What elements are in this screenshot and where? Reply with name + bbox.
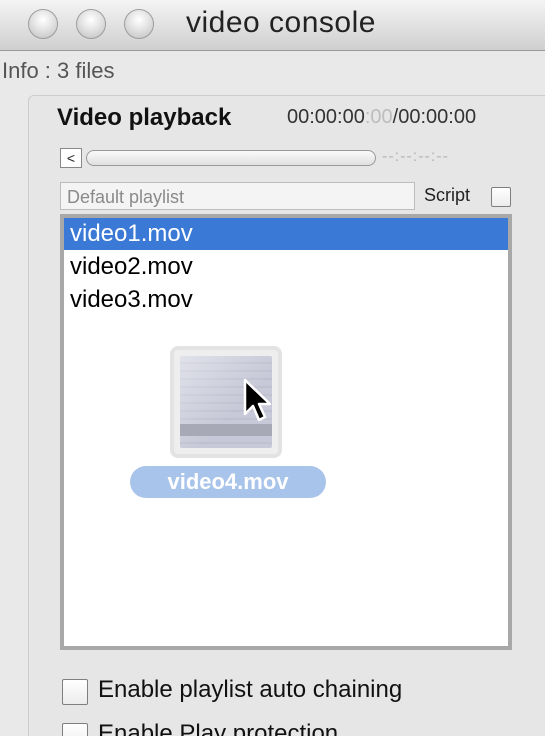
auto-chaining-label: Enable playlist auto chaining xyxy=(98,676,403,703)
play-protection-checkbox[interactable] xyxy=(62,723,88,736)
close-window-button[interactable] xyxy=(28,9,58,39)
slider-time-readout: --:--:--:-- xyxy=(382,148,449,165)
play-protection-option[interactable]: Enable Play protection xyxy=(62,720,522,736)
playlist-item-video2[interactable]: video2.mov xyxy=(64,251,508,283)
window-title: video console xyxy=(186,6,376,39)
playlist-item-video3[interactable]: video3.mov xyxy=(64,284,508,316)
video-console-window: video console Info : 3 files Video playb… xyxy=(0,0,545,736)
mouse-pointer-icon xyxy=(243,378,272,422)
minimize-window-button[interactable] xyxy=(76,9,106,39)
info-text: Info : 3 files xyxy=(2,58,115,83)
title-bar[interactable]: video console xyxy=(0,0,545,51)
time-current: 00:00:00 xyxy=(287,106,365,128)
auto-chaining-checkbox[interactable] xyxy=(62,679,88,705)
playlist-item-video1[interactable]: video1.mov xyxy=(64,218,508,250)
playlist-list[interactable]: video1.mov video2.mov video3.mov xyxy=(60,214,512,650)
zoom-window-button[interactable] xyxy=(124,9,154,39)
script-checkbox[interactable] xyxy=(491,187,511,207)
slider-back-button[interactable]: < xyxy=(60,148,82,168)
dragged-file-label: video4.mov xyxy=(130,466,326,498)
playlist-name-field[interactable]: Default playlist xyxy=(60,182,415,210)
auto-chaining-option[interactable]: Enable playlist auto chaining xyxy=(62,676,522,710)
video-playback-title: Video playback xyxy=(57,104,232,131)
timecode-display: 00:00:00:00/00:00:00 xyxy=(287,106,476,129)
script-label: Script xyxy=(424,185,471,205)
time-frames: :00 xyxy=(364,106,393,128)
play-protection-label: Enable Play protection xyxy=(98,720,339,736)
playback-slider[interactable] xyxy=(86,150,376,166)
time-total: 00:00:00 xyxy=(398,106,477,128)
